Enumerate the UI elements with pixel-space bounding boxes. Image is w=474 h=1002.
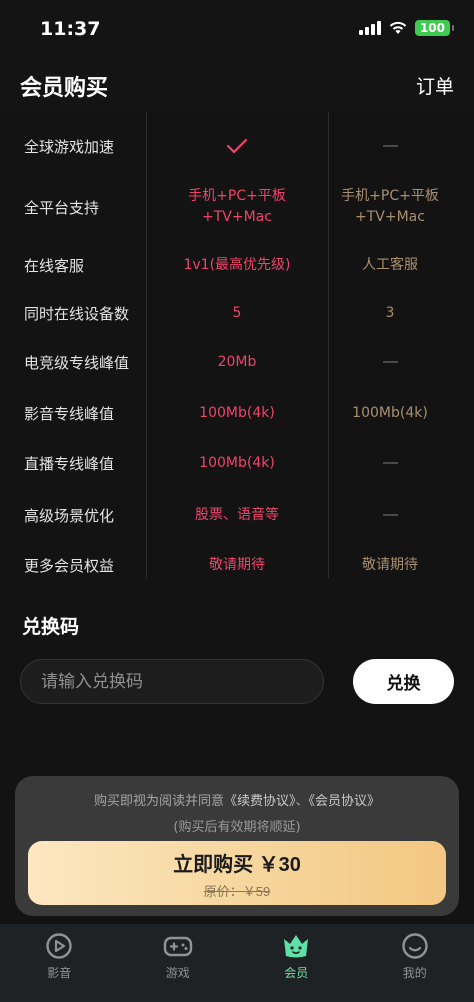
benefit-name: 同时在线设备数 [24,304,130,323]
benefit-row: 全平台支持 手机+PC+平板 +TV+Mac 手机+PC+平板 +TV+Mac [0,186,474,228]
vip-value: 100Mb(4k) [146,453,328,474]
buy-now-label: 立即购买 ￥30 [173,854,301,876]
std-value-line: +TV+Mac [355,209,425,225]
tab-membership[interactable]: 会员 [237,924,356,1002]
buy-now-button[interactable]: 立即购买 ￥30 原价：￥59 [28,841,446,905]
benefit-name: 影音专线峰值 [24,404,115,423]
agreement-separator: 、 [295,794,309,809]
benefit-row: 在线客服 1v1(最高优先级) 人工客服 [0,255,474,276]
crown-face-icon [284,935,309,958]
vip-value [146,138,328,154]
benefit-row: 更多会员权益 敬请期待 敬请期待 [0,555,474,576]
benefit-row: 电竞级专线峰值 20Mb [0,352,474,373]
tab-games[interactable]: 游戏 [119,924,238,1002]
cellular-signal-icon [358,21,381,35]
tab-label: 游戏 [165,966,190,980]
std-value-line: 3 [385,304,395,321]
vip-value: 1v1(最高优先级) [146,255,328,276]
vip-value-line: +TV+Mac [202,209,272,225]
benefit-name: 高级场景优化 [24,506,115,525]
page-title: 会员购买 [20,76,109,101]
benefit-row: 高级场景优化 股票、语音等 [0,505,474,526]
play-circle-icon [46,933,72,959]
tab-label: 我的 [402,966,427,980]
not-included-dash [382,513,398,516]
std-value: 3 [329,303,451,324]
agreement-prefix: 购买即视为阅读并同意 [93,794,224,809]
validity-extension-note: (购买后有效期将顺延) [173,820,301,835]
original-price: 原价：￥59 [203,884,271,899]
benefit-row: 全球游戏加速 [0,136,474,157]
tab-videos[interactable]: 影音 [0,924,119,1002]
benefit-row: 影音专线峰值 100Mb(4k) 100Mb(4k) [0,403,474,424]
benefit-name: 电竞级专线峰值 [24,353,130,372]
not-included-dash [382,461,398,464]
status-time: 11:37 [40,18,101,40]
redeem-code-input[interactable] [20,659,324,704]
std-value: 人工客服 [329,255,451,276]
orders-link[interactable]: 订单 [416,72,454,99]
check-icon [226,138,248,154]
std-value: 手机+PC+平板 +TV+Mac [329,186,451,228]
not-included-dash [382,360,398,363]
std-value [329,352,451,373]
vip-value-line: 敬请期待 [209,556,265,573]
vip-value: 手机+PC+平板 +TV+Mac [146,186,328,228]
nav-bar: 会员购买 订单 [0,60,474,110]
benefit-row: 直播专线峰值 100Mb(4k) [0,453,474,474]
std-value-line: 敬请期待 [362,556,418,573]
vip-value-line: 股票、语音等 [195,506,279,523]
vip-value: 20Mb [146,352,328,373]
bottom-tab-bar: 影音 游戏 会员 我的 [0,924,474,1002]
vip-value: 敬请期待 [146,555,328,576]
member-agreement-link[interactable]: 《会员协议》 [309,794,381,809]
status-icons: 100 [358,20,455,36]
benefit-name: 全球游戏加速 [24,137,115,156]
std-value-line: 人工客服 [362,256,418,273]
std-value-line: 100Mb(4k) [352,404,428,421]
vip-value-line: 1v1(最高优先级) [183,256,291,273]
tab-label: 影音 [47,966,72,980]
vip-value: 100Mb(4k) [146,403,328,424]
vip-value-line: 5 [232,304,242,321]
benefit-name: 全平台支持 [24,198,100,217]
std-value-line: 手机+PC+平板 [341,188,439,204]
vip-value: 股票、语音等 [146,505,328,526]
std-value: 敬请期待 [329,555,451,576]
benefit-row: 同时在线设备数 5 3 [0,303,474,324]
wifi-icon [389,21,407,34]
benefit-name: 直播专线峰值 [24,454,115,473]
vip-value-line: 20Mb [217,353,257,370]
status-bar: 11:37 100 [0,0,474,60]
redeem-button[interactable]: 兑换 [353,659,454,704]
tab-label: 会员 [284,966,309,980]
benefit-name: 在线客服 [24,256,85,275]
benefits-comparison-table: 全球游戏加速 全平台支持 手机+PC+平板 +TV+Mac 手机+PC+平板 +TV+Ma… [0,112,474,582]
benefit-name: 更多会员权益 [24,556,115,575]
purchase-panel: 购买即视为阅读并同意《续费协议》、《会员协议》 (购买后有效期将顺延) 立即购买… [15,776,459,916]
not-included-dash [382,144,398,147]
std-value [329,505,451,526]
vip-value-line: 100Mb(4k) [199,454,275,471]
redeem-title: 兑换码 [22,616,80,638]
battery-icon: 100 [414,20,455,36]
std-value [329,136,451,157]
vip-value: 5 [146,303,328,324]
vip-value-line: 手机+PC+平板 [188,188,286,204]
smile-face-icon [402,933,428,959]
std-value: 100Mb(4k) [329,403,451,424]
agreement-text: 购买即视为阅读并同意《续费协议》、《会员协议》 [15,790,459,809]
std-value [329,453,451,474]
vip-value-line: 100Mb(4k) [199,404,275,421]
gamepad-icon [163,936,192,957]
tab-profile[interactable]: 我的 [356,924,474,1002]
renewal-agreement-link[interactable]: 《续费协议》 [224,794,296,809]
